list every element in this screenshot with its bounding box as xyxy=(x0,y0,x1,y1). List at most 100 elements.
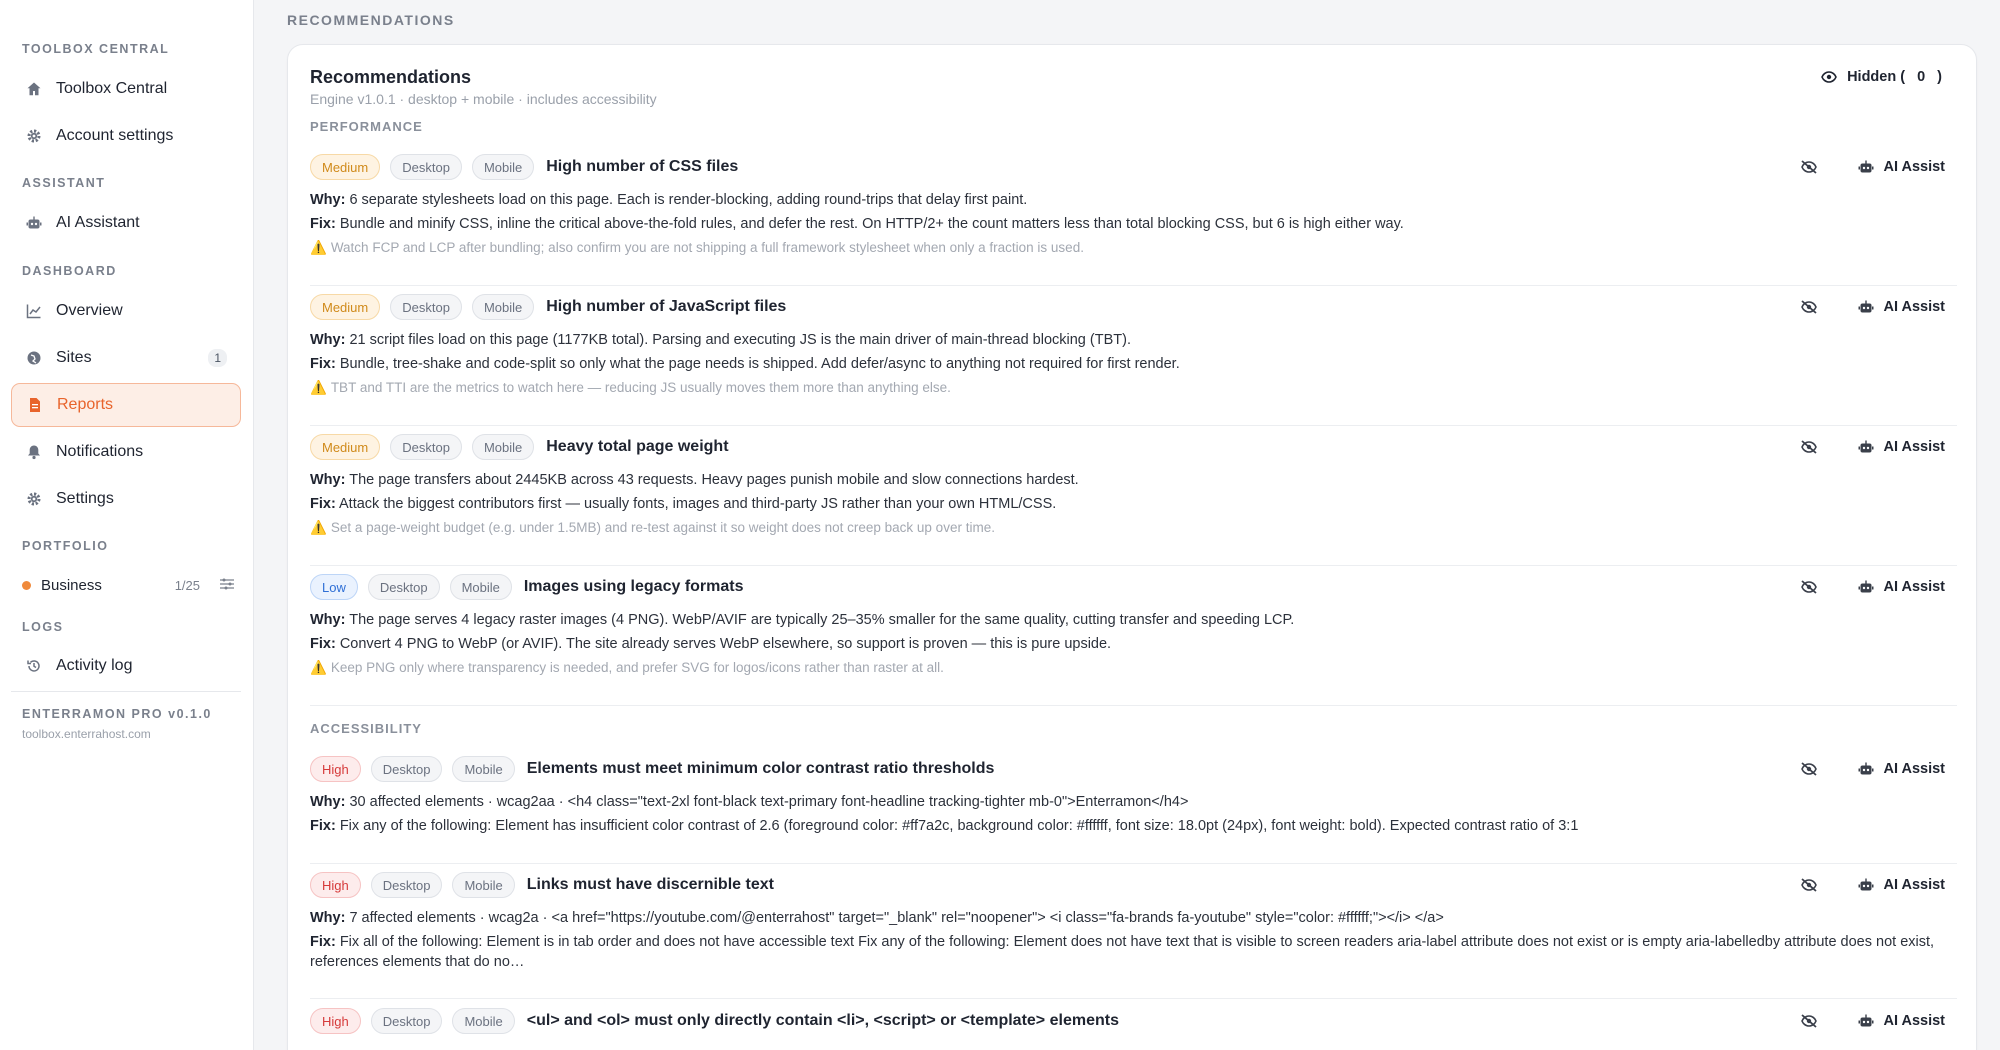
sidebar-section-toolbox: TOOLBOX CENTRAL xyxy=(22,42,170,56)
sidebar-item-sites[interactable]: Sites 1 xyxy=(11,336,241,380)
recommendation-title: Links must have discernible text xyxy=(526,876,774,893)
why-label: Why: xyxy=(310,192,346,208)
fix-line: Fix: Attack the biggest contributors fir… xyxy=(310,492,1957,516)
robot-icon xyxy=(1858,300,1874,314)
why-line: Why: The page transfers about 2445KB acr… xyxy=(310,468,1957,492)
fix-text: Convert 4 PNG to WebP (or AVIF). The sit… xyxy=(339,636,1112,652)
ai-assist-button[interactable]: AI Assist xyxy=(1858,1013,1945,1029)
fix-label: Fix: xyxy=(310,934,336,950)
bell-icon xyxy=(26,444,42,460)
hidden-close: ) xyxy=(1937,69,1942,85)
mobile-chip: Mobile xyxy=(449,574,512,600)
fix-line: Fix: Bundle and minify CSS, inline the c… xyxy=(310,212,1957,236)
home-icon xyxy=(26,81,42,97)
sidebar-section-dashboard: DASHBOARD xyxy=(22,264,117,278)
why-text: 6 separate stylesheets load on this page… xyxy=(349,192,1028,208)
recommendation-title: High number of CSS files xyxy=(546,158,739,175)
hide-recommendation-eye-slash-icon[interactable] xyxy=(1800,1014,1818,1028)
desktop-chip: Desktop xyxy=(390,434,462,460)
host-url: toolbox.enterrahost.com xyxy=(22,727,151,741)
sidebar-item-label: Overview xyxy=(56,302,123,319)
mobile-chip: Mobile xyxy=(471,434,535,460)
ai-assist-button[interactable]: AI Assist xyxy=(1858,877,1945,893)
sidebar-section-portfolio: PORTFOLIO xyxy=(22,539,109,553)
hide-recommendation-eye-slash-icon[interactable] xyxy=(1800,160,1818,174)
hide-recommendation-eye-slash-icon[interactable] xyxy=(1800,440,1818,454)
sidebar-item-label: Settings xyxy=(56,490,114,507)
group-label-performance: PERFORMANCE xyxy=(310,119,423,134)
note-text: Keep PNG only where transparency is need… xyxy=(330,660,944,675)
why-line: Why: 30 affected elements · wcag2aa · <h… xyxy=(310,790,1957,814)
sidebar-item-reports[interactable]: Reports xyxy=(11,383,241,427)
hidden-label: Hidden ( xyxy=(1847,69,1906,85)
why-label: Why: xyxy=(310,910,346,926)
gear-icon xyxy=(26,128,42,144)
severity-badge: High xyxy=(310,756,361,782)
page-title: RECOMMENDATIONS xyxy=(287,12,455,28)
sidebar-section-assistant: ASSISTANT xyxy=(22,176,106,190)
mobile-chip: Mobile xyxy=(452,872,515,898)
warning-icon: ⚠️ xyxy=(310,660,327,675)
robot-icon xyxy=(1858,1014,1874,1028)
gear-icon xyxy=(26,491,42,507)
sidebar-item-activity-log[interactable]: Activity log xyxy=(11,644,241,688)
ai-assist-button[interactable]: AI Assist xyxy=(1858,439,1945,455)
ai-assist-label: AI Assist xyxy=(1883,299,1945,315)
ai-assist-label: AI Assist xyxy=(1883,159,1945,175)
history-icon xyxy=(26,658,42,674)
fix-label: Fix: xyxy=(310,818,336,834)
severity-badge: High xyxy=(310,1008,361,1034)
hidden-toggle-button[interactable]: Hidden ( 0 ) xyxy=(1821,69,1942,85)
sidebar-item-label: Toolbox Central xyxy=(56,80,168,97)
note-line: ⚠️ TBT and TTI are the metrics to watch h… xyxy=(310,376,1957,400)
ai-assist-button[interactable]: AI Assist xyxy=(1858,579,1945,595)
recommendation-title: <ul> and <ol> must only directly contain… xyxy=(526,1012,1119,1029)
why-text: 7 affected elements · wcag2a · <a href="… xyxy=(349,910,1444,926)
hide-recommendation-eye-slash-icon[interactable] xyxy=(1800,878,1818,892)
warning-icon: ⚠️ xyxy=(310,520,327,535)
card-subtitle: Engine v1.0.1 · desktop + mobile · inclu… xyxy=(310,91,657,107)
why-line: Why: 6 separate stylesheets load on this… xyxy=(310,188,1957,212)
recommendation-item: High Desktop Mobile Elements must meet m… xyxy=(310,756,1957,864)
fix-text: Bundle and minify CSS, inline the critic… xyxy=(339,216,1404,232)
sidebar-item-label: Activity log xyxy=(56,657,133,674)
ai-assist-button[interactable]: AI Assist xyxy=(1858,159,1945,175)
app-version: ENTERRAMON PRO v0.1.0 xyxy=(22,707,212,721)
sidebar-item-settings[interactable]: Settings xyxy=(11,477,241,521)
ai-assist-label: AI Assist xyxy=(1883,761,1945,777)
document-icon xyxy=(27,397,43,413)
why-text: 21 script files load on this page (1177K… xyxy=(349,332,1131,348)
sidebar-item-notifications[interactable]: Notifications xyxy=(11,430,241,474)
why-text: The page transfers about 2445KB across 4… xyxy=(349,472,1079,488)
sidebar-item-account-settings[interactable]: Account settings xyxy=(11,114,241,158)
mobile-chip: Mobile xyxy=(471,294,535,320)
desktop-chip: Desktop xyxy=(370,756,443,782)
fix-line: Fix: Fix all of the following: Element i… xyxy=(310,932,1957,972)
sliders-icon[interactable] xyxy=(220,577,234,594)
warning-icon: ⚠️ xyxy=(310,380,327,395)
hide-recommendation-eye-slash-icon[interactable] xyxy=(1800,580,1818,594)
ai-assist-button[interactable]: AI Assist xyxy=(1858,299,1945,315)
group-label-accessibility: ACCESSIBILITY xyxy=(310,721,422,736)
recommendation-title: High number of JavaScript files xyxy=(546,298,787,315)
fix-text: Attack the biggest contributors first — … xyxy=(339,496,1057,512)
hide-recommendation-eye-slash-icon[interactable] xyxy=(1800,762,1818,776)
sites-count-badge: 1 xyxy=(208,349,227,367)
sidebar-item-ai-assistant[interactable]: AI Assistant xyxy=(11,201,241,245)
sidebar-item-label: Account settings xyxy=(56,127,174,144)
ai-assist-button[interactable]: AI Assist xyxy=(1858,761,1945,777)
sidebar-item-toolbox-central[interactable]: Toolbox Central xyxy=(11,67,241,111)
desktop-chip: Desktop xyxy=(370,872,443,898)
note-line: ⚠️ Keep PNG only where transparency is ne… xyxy=(310,656,1957,680)
recommendation-title: Images using legacy formats xyxy=(523,578,744,595)
sidebar-item-overview[interactable]: Overview xyxy=(11,289,241,333)
hide-recommendation-eye-slash-icon[interactable] xyxy=(1800,300,1818,314)
robot-icon xyxy=(1858,878,1874,892)
robot-icon xyxy=(1858,580,1874,594)
fix-label: Fix: xyxy=(310,636,336,652)
portfolio-name: Business xyxy=(41,576,102,594)
portfolio-item-business[interactable]: Business 1/25 xyxy=(22,574,234,596)
sidebar: TOOLBOX CENTRAL Toolbox Central Account … xyxy=(0,0,254,1050)
sidebar-section-logs: LOGS xyxy=(22,620,64,634)
why-label: Why: xyxy=(310,612,346,628)
